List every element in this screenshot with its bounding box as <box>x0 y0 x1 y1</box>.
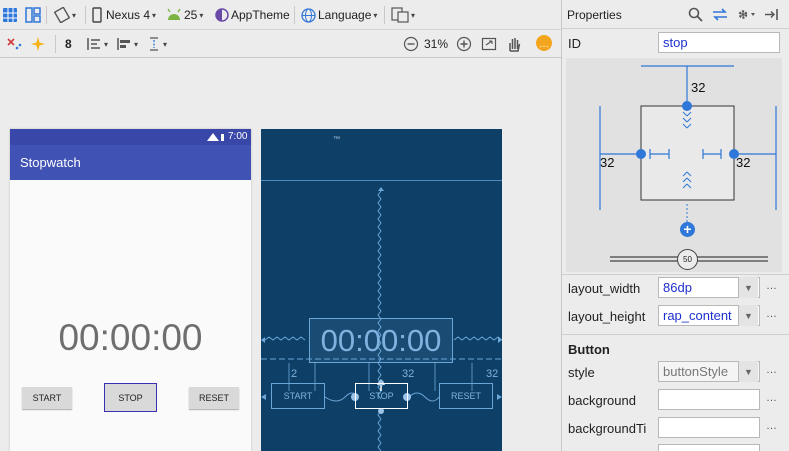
clear-constraints-icon[interactable] <box>5 34 23 54</box>
blueprint-start-button[interactable]: START <box>271 383 325 409</box>
zoom-out-icon[interactable] <box>403 34 419 54</box>
svg-text:…: … <box>539 39 549 50</box>
theme-label: AppTheme <box>231 8 290 22</box>
guidelines-icon[interactable]: ▾ <box>147 34 167 54</box>
background-more-icon[interactable]: … <box>766 392 777 404</box>
constraint-left-value[interactable]: 32 <box>600 155 614 170</box>
api-label: 25 <box>184 8 198 22</box>
design-preview[interactable]: 7:00 Stopwatch 00:00:00 START STOP RESET <box>10 129 251 451</box>
constraint-right-value[interactable]: 32 <box>736 155 750 170</box>
bias-slider-handle[interactable]: 50 <box>677 249 698 270</box>
device-label: Nexus 4 <box>106 8 151 22</box>
default-margin-value[interactable]: 8 <box>65 34 72 54</box>
layout-variants-icon[interactable]: ▾ <box>391 5 415 25</box>
pan-icon[interactable] <box>506 34 522 54</box>
blueprint-view-icon[interactable] <box>25 5 41 25</box>
background-label: background <box>568 393 636 408</box>
background-tint-label: backgroundTi <box>568 421 647 436</box>
blueprint-reset-button[interactable]: RESET <box>439 383 493 409</box>
infer-constraints-icon[interactable] <box>30 34 46 54</box>
layout-height-label: layout_height <box>568 309 646 324</box>
app-bar-title: Stopwatch <box>10 145 251 180</box>
reset-button[interactable]: RESET <box>189 387 239 409</box>
section-title-button: Button <box>568 342 610 357</box>
layout-toolbar: 8 ▾ ▾ ▾ 31% … <box>0 30 561 58</box>
language-selector[interactable]: Language ▾ <box>301 5 377 25</box>
properties-panel: Properties ID stop 32 32 32 + 50 layout_… <box>561 0 789 451</box>
top-toolbar: ▾ Nexus 4 ▾ 25 ▾ AppTheme Language ▾ ▾ <box>0 0 561 30</box>
layout-height-dropdown-icon[interactable]: ▼ <box>738 305 758 326</box>
add-constraint-icon[interactable]: + <box>680 222 695 237</box>
signal-icon <box>207 133 224 141</box>
status-time: 7:00 <box>228 131 248 142</box>
device-selector[interactable]: Nexus 4 ▾ <box>92 5 156 25</box>
design-view-icon[interactable] <box>2 5 18 25</box>
align-icon[interactable]: ▾ <box>116 34 138 54</box>
style-label: style <box>568 365 595 380</box>
phone-icon <box>92 7 102 23</box>
background-field[interactable] <box>658 389 760 410</box>
stop-button-selected[interactable]: STOP <box>104 383 157 412</box>
layout-height-more-icon[interactable]: … <box>766 308 777 320</box>
search-icon[interactable] <box>688 7 703 22</box>
style-dropdown-icon[interactable]: ▼ <box>738 361 758 382</box>
theme-icon <box>215 8 229 22</box>
blueprint-margin-left: 2 <box>291 368 298 380</box>
timer-text[interactable]: 00:00:00 <box>10 317 251 359</box>
style-more-icon[interactable]: … <box>766 364 777 376</box>
id-field[interactable]: stop <box>658 32 780 53</box>
zoom-level: 31% <box>424 37 449 51</box>
constraint-top-value[interactable]: 32 <box>691 80 705 95</box>
pack-icon[interactable]: ▾ <box>86 34 108 54</box>
zoom-fit-icon[interactable] <box>481 34 497 54</box>
blueprint-view[interactable]: ™ 00:00:00 2 32 32 START STOP RESET <box>261 129 502 451</box>
blueprint-margin-mid: 32 <box>402 368 415 380</box>
language-label: Language <box>318 8 372 22</box>
properties-title: Properties <box>567 8 622 22</box>
background-tint-field[interactable] <box>658 417 760 438</box>
orientation-icon[interactable]: ▾ <box>54 5 76 25</box>
layout-width-dropdown-icon[interactable]: ▼ <box>738 277 758 298</box>
globe-icon <box>301 7 316 23</box>
swap-view-icon[interactable] <box>712 7 728 22</box>
constraint-widget: 32 32 32 + 50 <box>566 58 782 272</box>
start-button[interactable]: START <box>22 387 72 409</box>
theme-selector[interactable]: AppTheme <box>215 5 290 25</box>
blueprint-stop-button[interactable]: STOP <box>355 383 408 409</box>
id-label: ID <box>568 36 581 51</box>
next-property-field[interactable] <box>658 444 760 451</box>
hide-panel-icon[interactable] <box>764 7 780 22</box>
blueprint-margin-right: 32 <box>486 368 499 380</box>
background-tint-more-icon[interactable]: … <box>766 420 777 432</box>
status-bar: 7:00 <box>10 129 251 145</box>
zoom-in-icon[interactable] <box>456 34 472 54</box>
api-selector[interactable]: 25 ▾ <box>166 5 203 25</box>
android-icon <box>167 8 181 20</box>
layout-width-more-icon[interactable]: … <box>766 280 777 292</box>
warnings-icon[interactable]: … <box>535 33 553 53</box>
gear-icon[interactable] <box>736 7 756 22</box>
layout-width-label: layout_width <box>568 281 641 296</box>
blueprint-timer[interactable]: 00:00:00 <box>309 318 453 363</box>
